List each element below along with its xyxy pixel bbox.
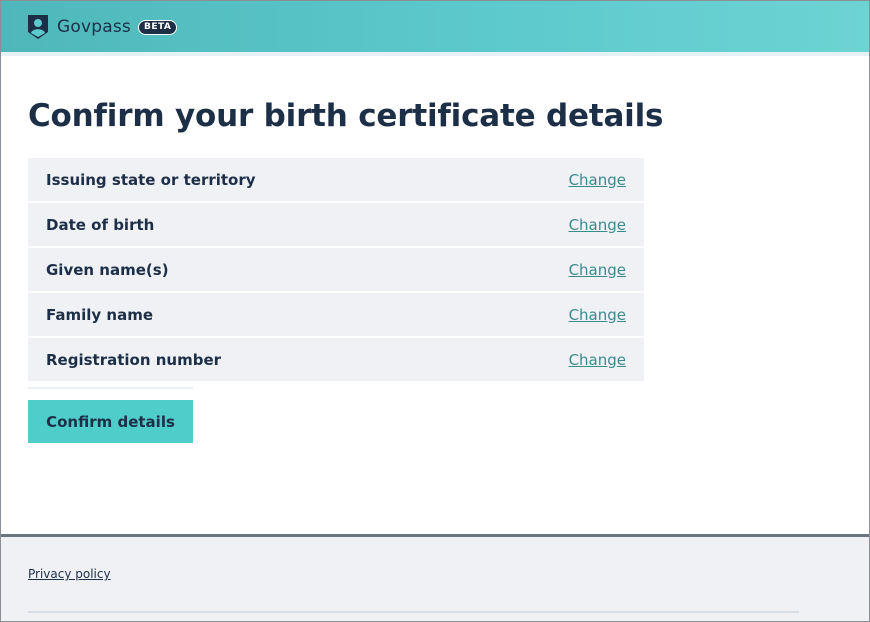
row-label: Registration number <box>46 350 222 369</box>
summary-row-registration-number: Registration number Change <box>28 338 644 381</box>
confirm-details-button[interactable]: Confirm details <box>28 400 193 443</box>
summary-row-issuing-state: Issuing state or territory Change <box>28 158 644 201</box>
divider <box>28 387 193 389</box>
change-link-family-name[interactable]: Change <box>569 306 626 324</box>
change-link-given-names[interactable]: Change <box>569 261 626 279</box>
brand[interactable]: Govpass BETA <box>27 14 178 40</box>
row-label: Issuing state or territory <box>46 170 256 189</box>
row-label: Family name <box>46 305 154 324</box>
page-title: Confirm your birth certificate details <box>28 98 664 134</box>
site-footer: Privacy policy <box>1 534 869 621</box>
person-shield-icon <box>28 15 48 39</box>
change-link-issuing-state[interactable]: Change <box>569 171 626 189</box>
row-label: Date of birth <box>46 215 155 234</box>
brand-name: Govpass <box>57 17 131 37</box>
change-link-date-of-birth[interactable]: Change <box>569 216 626 234</box>
summary-list: Issuing state or territory Change Date o… <box>28 158 644 383</box>
summary-row-given-names: Given name(s) Change <box>28 248 644 291</box>
site-header: Govpass BETA <box>1 1 869 56</box>
change-link-registration-number[interactable]: Change <box>569 351 626 369</box>
footer-divider <box>28 611 799 613</box>
privacy-policy-link[interactable]: Privacy policy <box>28 567 111 581</box>
row-label: Given name(s) <box>46 260 169 279</box>
beta-badge: BETA <box>137 19 178 35</box>
summary-row-family-name: Family name Change <box>28 293 644 336</box>
page-frame: Govpass BETA Confirm your birth certific… <box>0 0 870 622</box>
summary-row-date-of-birth: Date of birth Change <box>28 203 644 246</box>
